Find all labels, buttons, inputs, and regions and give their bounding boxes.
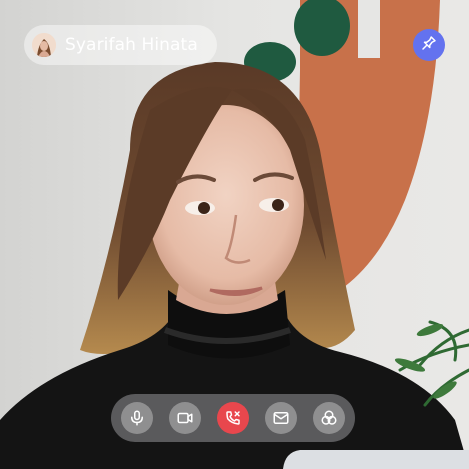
microphone-icon <box>128 409 146 427</box>
participant-name-tag[interactable]: Syarifah Hinata <box>24 25 217 65</box>
mute-button[interactable] <box>121 402 153 434</box>
video-call-tile: Syarifah Hinata <box>0 0 469 469</box>
pin-button[interactable] <box>413 29 445 61</box>
camera-button[interactable] <box>169 402 201 434</box>
message-button[interactable] <box>265 402 297 434</box>
message-icon <box>272 409 290 427</box>
end-call-icon <box>224 409 242 427</box>
call-control-bar <box>111 394 355 442</box>
effects-icon <box>320 409 338 427</box>
effects-button[interactable] <box>313 402 345 434</box>
participant-name: Syarifah Hinata <box>65 35 198 55</box>
end-call-button[interactable] <box>217 402 249 434</box>
video-camera-icon <box>176 409 194 427</box>
pin-icon <box>420 34 438 57</box>
participant-avatar <box>32 33 56 57</box>
